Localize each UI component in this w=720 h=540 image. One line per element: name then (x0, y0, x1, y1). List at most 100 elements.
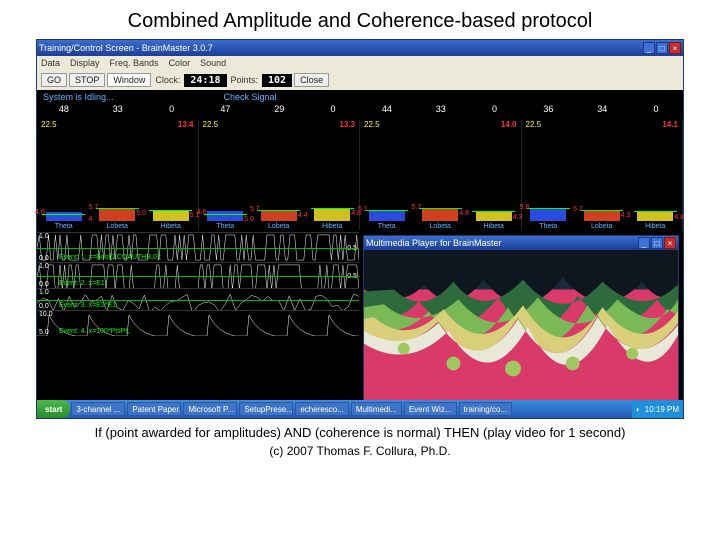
bar-value-left: 5.1 (358, 206, 368, 213)
taskbar-task[interactable]: SetupPrese... (239, 402, 293, 416)
clock-readout: 24:18 (184, 74, 226, 87)
media-player-window[interactable]: Multimedia Player for BrainMaster _ □ × (363, 235, 679, 417)
bar-label: Theta (539, 223, 557, 230)
window-title-text: Training/Control Screen - BrainMaster 3.… (39, 43, 643, 53)
bar-fill (261, 210, 297, 221)
maximize-button[interactable]: □ (656, 42, 668, 54)
bar-fill (369, 210, 405, 221)
points-label: Points: (229, 75, 261, 85)
bar-value-left: 5.7 (89, 204, 99, 211)
amplitude-bar: 5.74.8Lobeta (414, 120, 468, 230)
windows-taskbar: start 3-channel ...Patent Paper...Micros… (37, 400, 683, 418)
status-right: Check Signal (224, 92, 277, 102)
bar-fill (584, 210, 620, 221)
channel-group: 22.514.15.8Theta5.74.3Lobeta4.8Hibeta (522, 120, 684, 230)
menu-color[interactable]: Color (169, 58, 191, 68)
midline (37, 276, 359, 277)
taskbar-task[interactable]: echeresco... (295, 402, 349, 416)
top-number: 44 (360, 104, 414, 114)
waveform-row: 1.0 0.0 0.5 Event: 2. x=E1; (37, 262, 359, 288)
menu-freqbands[interactable]: Freq. Bands (110, 58, 159, 68)
start-button[interactable]: start (37, 400, 70, 418)
top-number: 0 (145, 104, 199, 114)
menubar: Data Display Freq. Bands Color Sound (37, 56, 683, 70)
top-number: 34 (575, 104, 629, 114)
stop-button[interactable]: STOP (69, 73, 105, 87)
bar-fill (99, 208, 135, 221)
amplitude-bar: 5.74.3Lobeta (575, 120, 629, 230)
bar-fill (637, 211, 673, 221)
taskbar-task[interactable]: training/co... (459, 402, 513, 416)
scale-top: 1.0 (39, 289, 49, 296)
tray-icon[interactable]: ◐ (636, 405, 641, 414)
system-tray[interactable]: ◐ 10:19 PM (632, 400, 683, 418)
close-button[interactable]: Close (294, 73, 329, 87)
media-window-buttons: _ □ × (638, 237, 676, 249)
amplitude-bar: 5.75.0Lobeta (91, 120, 145, 230)
toolbar: GO STOP Window Clock: 24:18 Points: 102 … (37, 70, 683, 90)
bar-label: Theta (55, 223, 73, 230)
bar-label: Hibeta (161, 223, 181, 230)
scale-right: 0.5 (347, 273, 357, 280)
threshold-line (527, 208, 570, 209)
window-button[interactable]: Window (107, 73, 151, 87)
bar-label: Lobeta (430, 223, 451, 230)
tray-clock: 10:19 PM (645, 405, 679, 414)
threshold-line (204, 214, 247, 215)
bar-label: Lobeta (107, 223, 128, 230)
menu-display[interactable]: Display (70, 58, 100, 68)
top-number: 0 (468, 104, 522, 114)
bar-label: Hibeta (322, 223, 342, 230)
top-number: 0 (629, 104, 683, 114)
amplitude-bar: 4.65.0Theta (199, 120, 253, 230)
menu-sound[interactable]: Sound (200, 58, 226, 68)
taskbar-task[interactable]: Microsoft P... (183, 402, 237, 416)
media-titlebar[interactable]: Multimedia Player for BrainMaster _ □ × (364, 236, 678, 250)
status-line: System is Idling... Check Signal (43, 92, 677, 102)
channel-group: 22.514.05.1Theta5.74.8Lobeta4.3Hibeta (360, 120, 522, 230)
close-window-button[interactable]: × (669, 42, 681, 54)
taskbar-task[interactable]: 3-channel ... (71, 402, 125, 416)
bar-fill (314, 209, 350, 221)
window-titlebar[interactable]: Training/Control Screen - BrainMaster 3.… (37, 40, 683, 56)
bar-fill (476, 211, 512, 221)
scale-top: 1.0 (39, 233, 49, 240)
bar-value-left: 5.7 (250, 206, 260, 213)
menu-data[interactable]: Data (41, 58, 60, 68)
bar-label: Theta (216, 223, 234, 230)
top-number: 29 (252, 104, 306, 114)
go-button[interactable]: GO (41, 73, 67, 87)
points-readout: 102 (262, 74, 292, 87)
event-label: Event: 2. x=E1; (59, 280, 107, 287)
media-maximize-button[interactable]: □ (651, 237, 663, 249)
minimize-button[interactable]: _ (643, 42, 655, 54)
brainmaster-window: Training/Control Screen - BrainMaster 3.… (36, 39, 684, 419)
waveform-row: 1.0 0.0 0.5 Event: 1. x=Bool(ZCOAUTHB,0)… (37, 232, 359, 262)
top-number: 33 (414, 104, 468, 114)
scale-bot: 5.0 (39, 329, 49, 336)
midline (37, 248, 359, 249)
taskbar-task[interactable]: Multimedi... (351, 402, 402, 416)
media-close-button[interactable]: × (664, 237, 676, 249)
fractal-image (364, 250, 678, 404)
threshold-line (634, 211, 677, 212)
media-minimize-button[interactable]: _ (638, 237, 650, 249)
taskbar-task[interactable]: Patent Paper... (127, 402, 181, 416)
amplitude-bar: 5.74.4Lobeta (252, 120, 306, 230)
threshold-line (311, 208, 354, 209)
top-number: 0 (306, 104, 360, 114)
threshold-line (96, 208, 139, 209)
media-video-area (364, 250, 678, 404)
taskbar-tasks: 3-channel ...Patent Paper...Microsoft P.… (70, 401, 632, 417)
bar-label: Lobeta (268, 223, 289, 230)
scale-bot: 0.0 (39, 303, 49, 310)
bar-fill (422, 209, 458, 221)
top-number: 48 (37, 104, 91, 114)
threshold-line (365, 210, 408, 211)
scale-top: 10.0 (39, 311, 53, 318)
threshold-line (149, 210, 192, 211)
taskbar-task[interactable]: Event Wiz... (404, 402, 457, 416)
training-canvas: System is Idling... Check Signal 4833047… (37, 90, 683, 400)
amplitude-bar: 4.3Hibeta (467, 120, 521, 230)
bar-label: Theta (378, 223, 396, 230)
